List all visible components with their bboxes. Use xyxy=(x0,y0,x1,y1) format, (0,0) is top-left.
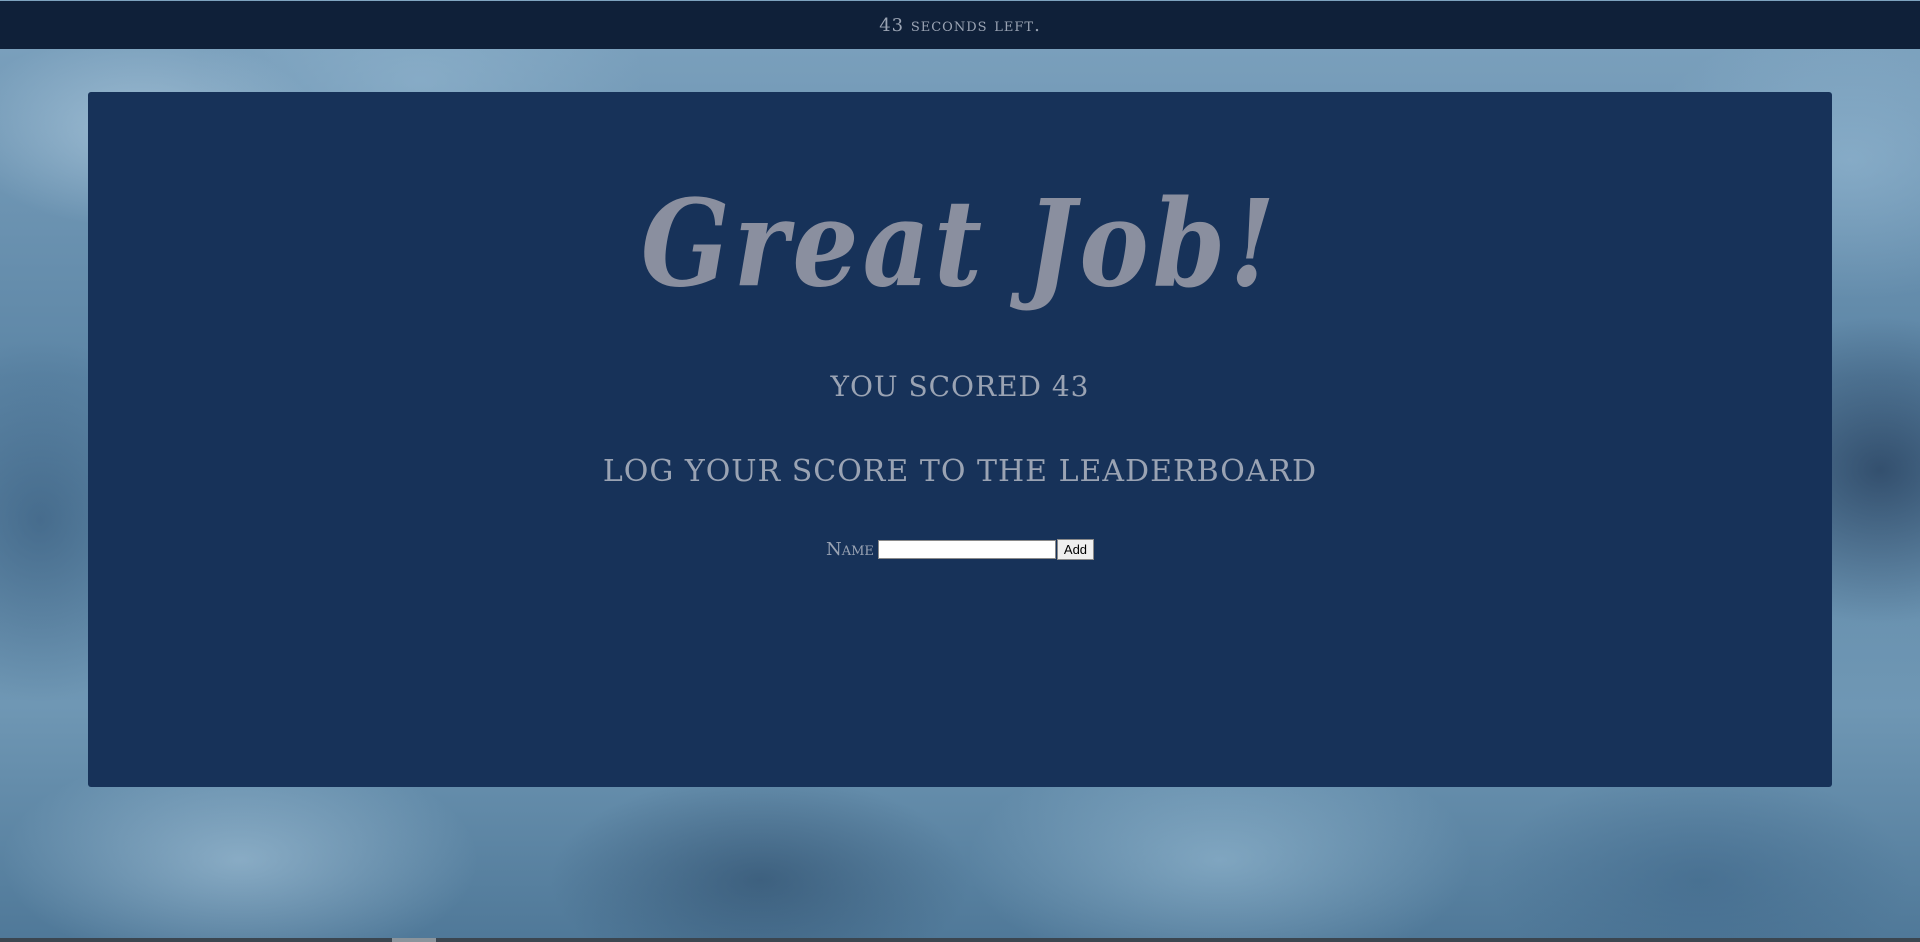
page-title: Great Job! xyxy=(640,172,1280,315)
score-form: Name Add xyxy=(88,539,1832,560)
result-panel: Great Job! YOU SCORED 43 LOG YOUR SCORE … xyxy=(88,92,1832,787)
add-button[interactable]: Add xyxy=(1056,539,1095,560)
top-bar: 43 seconds left. xyxy=(0,1,1920,49)
scrollbar-thumb[interactable] xyxy=(392,938,436,942)
horizontal-scrollbar[interactable] xyxy=(0,938,1920,942)
name-input[interactable] xyxy=(877,540,1056,559)
score-text: YOU SCORED 43 xyxy=(830,370,1090,403)
leaderboard-heading: LOG YOUR SCORE TO THE LEADERBOARD xyxy=(602,454,1318,489)
name-label: Name xyxy=(825,539,874,560)
timer-text: 43 seconds left. xyxy=(879,14,1041,36)
